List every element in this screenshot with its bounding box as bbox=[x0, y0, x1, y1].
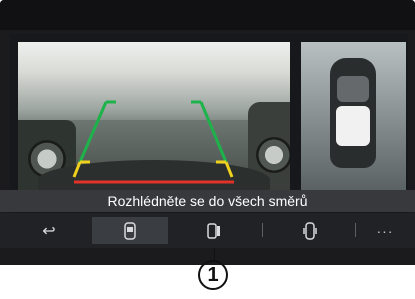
rear-camera-view bbox=[18, 42, 290, 190]
callout-badge: 1 bbox=[198, 260, 228, 290]
top-view-car bbox=[330, 58, 376, 168]
camera-view-360-button[interactable] bbox=[272, 217, 348, 244]
separator bbox=[262, 223, 263, 237]
camera-view-side-button[interactable] bbox=[176, 217, 252, 244]
windshield bbox=[337, 76, 369, 102]
more-button[interactable]: ··· bbox=[362, 217, 408, 244]
back-arrow-icon: ↩ bbox=[42, 222, 56, 240]
status-message: Rozhlédněte se do všech směrů bbox=[0, 190, 415, 212]
guide-right-mid bbox=[224, 161, 234, 178]
camera-view-360-icon bbox=[303, 221, 317, 240]
guide-left-far bbox=[78, 101, 108, 163]
guide-lines bbox=[72, 100, 234, 184]
bottom-toolbar: ↩ ··· bbox=[0, 213, 415, 248]
separator bbox=[355, 223, 356, 237]
back-button[interactable]: ↩ bbox=[8, 217, 90, 244]
top-status-bar bbox=[0, 0, 415, 30]
camera-view-rear-button[interactable] bbox=[92, 217, 168, 244]
camera-view-side-icon bbox=[207, 222, 220, 239]
guide-right-far bbox=[199, 101, 228, 163]
car-roof bbox=[336, 106, 370, 146]
more-icon: ··· bbox=[376, 222, 394, 239]
guide-left-mid bbox=[72, 161, 82, 178]
display-frame: Rozhlédněte se do všech směrů ↩ ··· bbox=[0, 0, 415, 265]
camera-view-rear-icon bbox=[124, 221, 136, 240]
surround-view bbox=[301, 42, 406, 190]
